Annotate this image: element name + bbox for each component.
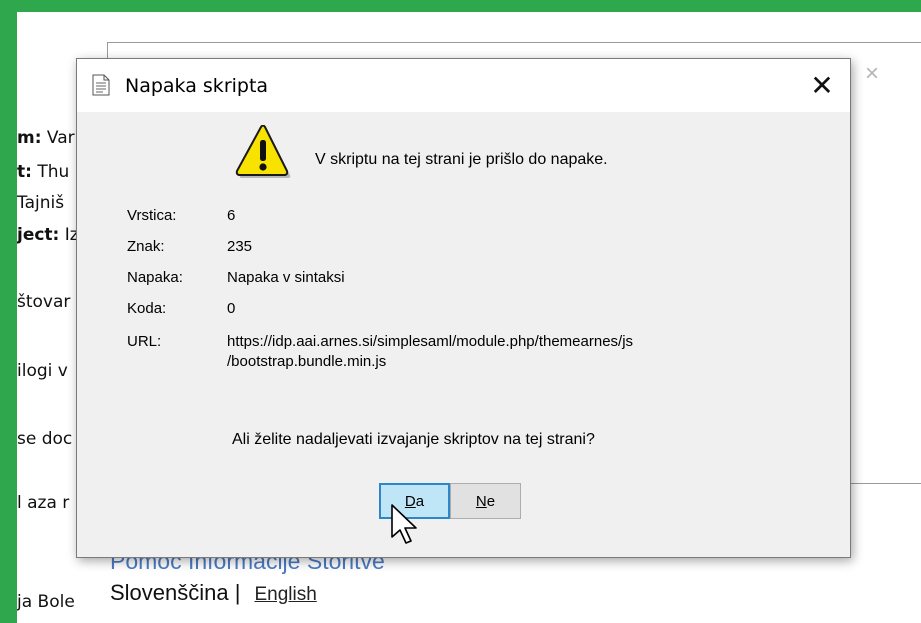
no-accelerator: N (475, 492, 487, 510)
background-footer-links: Pomoč Informacije Storitve Slovenščina |… (110, 548, 385, 606)
email-subject-line: ject: Iz (17, 225, 79, 245)
email-body-line: ilogi v (17, 361, 68, 381)
language-current: Slovenščina | (110, 580, 241, 605)
detail-label: Koda: (127, 300, 167, 317)
background-close-icon[interactable]: × (865, 62, 879, 86)
error-message: V skriptu na tej strani je prišlo do nap… (315, 151, 608, 168)
email-signature-line: ja Bole (17, 592, 75, 612)
email-to-line: Tajniš (17, 193, 65, 213)
email-body-line: l aza r (17, 493, 70, 513)
no-label: e (486, 492, 496, 510)
close-icon: ✕ (810, 70, 834, 101)
detail-value: 6 (227, 207, 236, 224)
email-body-line: se doc (17, 429, 73, 449)
detail-label: Vrstica: (127, 207, 177, 224)
email-sent-line: t: Thu (17, 162, 70, 182)
script-error-dialog: Napaka skripta ✕ V skriptu na tej strani… (76, 58, 851, 558)
email-from-line: m: Var (17, 128, 75, 148)
detail-label: Napaka: (127, 269, 183, 286)
document-icon (92, 74, 110, 96)
mouse-cursor-icon (391, 504, 417, 544)
language-link-english[interactable]: English (254, 584, 316, 605)
detail-value: 235 (227, 238, 253, 255)
no-button[interactable]: Ne (450, 483, 521, 519)
detail-label: URL: (127, 333, 162, 350)
email-body-line: štovar (17, 292, 71, 312)
language-switcher: Slovenščina | English (110, 580, 385, 606)
dialog-title: Napaka skripta (125, 75, 269, 97)
detail-label: Znak: (127, 238, 165, 255)
detail-url-value-cont: /bootstrap.bundle.min.js (227, 353, 387, 370)
detail-url-value: https://idp.aai.arnes.si/simplesaml/modu… (227, 333, 634, 350)
continue-question: Ali želite nadaljevati izvajanje skripto… (232, 431, 595, 448)
detail-value: Napaka v sintaksi (227, 269, 345, 286)
close-button[interactable]: ✕ (794, 59, 850, 112)
dialog-titlebar[interactable]: Napaka skripta ✕ (77, 59, 850, 112)
detail-value: 0 (227, 300, 236, 317)
warning-icon (235, 125, 291, 178)
